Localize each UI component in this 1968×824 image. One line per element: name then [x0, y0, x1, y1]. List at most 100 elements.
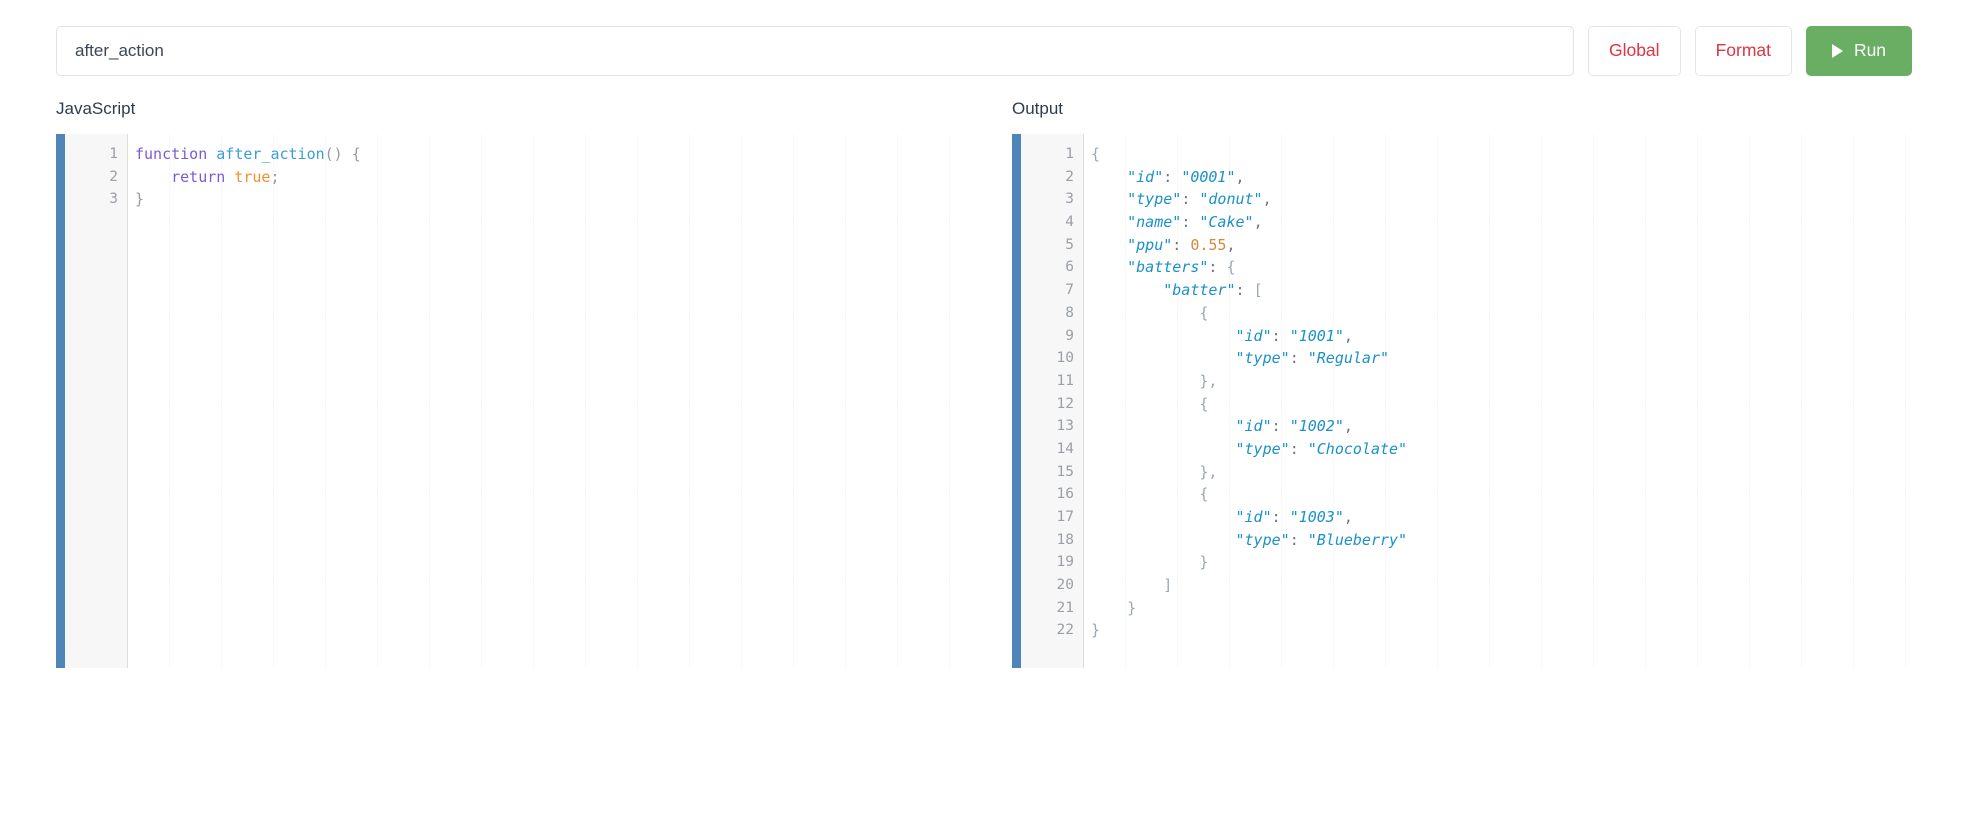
output-panel: Output 123456789101112131415161718192021…	[1012, 99, 1912, 668]
code-token: }	[1199, 553, 1208, 571]
code-token: "type"	[1236, 349, 1290, 367]
code-token	[1091, 599, 1127, 617]
code-token	[1091, 531, 1236, 549]
code-token: {	[1226, 258, 1235, 276]
code-token: },	[1199, 463, 1217, 481]
line-number: 6	[1021, 256, 1083, 279]
code-line: "type": "Blueberry"	[1091, 529, 1912, 552]
panel-divider	[956, 99, 1012, 668]
code-line: {	[1091, 483, 1912, 506]
run-button-label: Run	[1854, 42, 1886, 60]
code-token: :	[1290, 440, 1308, 458]
code-token	[1091, 327, 1236, 345]
line-number: 3	[65, 188, 127, 211]
code-token	[207, 145, 216, 163]
code-token	[1091, 576, 1163, 594]
line-number: 1	[65, 143, 127, 166]
code-token: "batters"	[1127, 258, 1208, 276]
line-number: 19	[1021, 551, 1083, 574]
code-token	[1091, 213, 1127, 231]
output-editor[interactable]: 12345678910111213141516171819202122 { "i…	[1012, 134, 1912, 668]
code-token: :	[1181, 213, 1199, 231]
code-token: {	[1199, 485, 1208, 503]
code-token: 0.55	[1190, 236, 1226, 254]
code-line: {	[1091, 302, 1912, 325]
line-number: 13	[1021, 415, 1083, 438]
code-token: after_action	[216, 145, 324, 163]
line-number: 21	[1021, 597, 1083, 620]
code-token	[1091, 395, 1199, 413]
javascript-code[interactable]: function after_action() { return true;}	[128, 134, 956, 668]
code-playground-app: Global Format Run JavaScript 123 functio…	[0, 0, 1968, 824]
code-line: },	[1091, 370, 1912, 393]
script-name-input[interactable]	[56, 26, 1574, 76]
code-token	[1091, 440, 1236, 458]
code-token: {	[1199, 395, 1208, 413]
javascript-panel-label: JavaScript	[56, 99, 956, 119]
code-line: }	[1091, 619, 1912, 642]
code-token: },	[1199, 372, 1217, 390]
code-line: {	[1091, 393, 1912, 416]
code-token: ,	[1263, 190, 1272, 208]
code-line: "type": "Chocolate"	[1091, 438, 1912, 461]
line-number: 18	[1021, 529, 1083, 552]
code-token	[1091, 349, 1236, 367]
line-number: 1	[1021, 143, 1083, 166]
code-token: :	[1272, 327, 1290, 345]
run-button[interactable]: Run	[1806, 26, 1912, 76]
line-number: 4	[1021, 211, 1083, 234]
code-token	[1091, 417, 1236, 435]
code-token: "Blueberry"	[1308, 531, 1407, 549]
code-token: ,	[1254, 213, 1263, 231]
code-line: "id": "1003",	[1091, 506, 1912, 529]
code-token: :	[1290, 531, 1308, 549]
code-line: return true;	[135, 166, 956, 189]
code-token: "type"	[1127, 190, 1181, 208]
line-number: 2	[65, 166, 127, 189]
code-line: "id": "1002",	[1091, 415, 1912, 438]
code-token: :	[1163, 168, 1181, 186]
code-token: "name"	[1127, 213, 1181, 231]
code-token: ,	[1236, 168, 1245, 186]
code-token: "id"	[1236, 508, 1272, 526]
code-line: ]	[1091, 574, 1912, 597]
code-token: [	[1254, 281, 1263, 299]
code-token: :	[1272, 417, 1290, 435]
line-number: 16	[1021, 483, 1083, 506]
code-token: ;	[270, 168, 279, 186]
code-token: "Cake"	[1199, 213, 1253, 231]
code-token: }	[1091, 621, 1100, 639]
code-line: {	[1091, 143, 1912, 166]
code-token	[1091, 463, 1199, 481]
code-token: "type"	[1236, 440, 1290, 458]
code-token: "batter"	[1163, 281, 1235, 299]
toolbar: Global Format Run	[0, 0, 1968, 76]
code-token: :	[1290, 349, 1308, 367]
code-token: "type"	[1236, 531, 1290, 549]
code-token: return	[171, 168, 225, 186]
code-token: }	[1127, 599, 1136, 617]
line-number: 7	[1021, 279, 1083, 302]
javascript-editor[interactable]: 123 function after_action() { return tru…	[56, 134, 956, 668]
code-token: () {	[325, 145, 361, 163]
code-token: "id"	[1236, 327, 1272, 345]
code-token: "donut"	[1199, 190, 1262, 208]
code-line: "type": "Regular"	[1091, 347, 1912, 370]
code-token	[1091, 553, 1199, 571]
code-token: ,	[1226, 236, 1235, 254]
code-token	[225, 168, 234, 186]
code-token	[1091, 372, 1199, 390]
code-line: "id": "0001",	[1091, 166, 1912, 189]
code-line: },	[1091, 461, 1912, 484]
code-token: "Regular"	[1308, 349, 1389, 367]
code-line: "name": "Cake",	[1091, 211, 1912, 234]
code-token: {	[1091, 145, 1100, 163]
javascript-panel: JavaScript 123 function after_action() {…	[56, 99, 956, 668]
output-code[interactable]: { "id": "0001", "type": "donut", "name":…	[1084, 134, 1912, 668]
global-button[interactable]: Global	[1588, 26, 1681, 76]
code-line: "type": "donut",	[1091, 188, 1912, 211]
format-button[interactable]: Format	[1695, 26, 1792, 76]
code-token: "id"	[1236, 417, 1272, 435]
line-number: 10	[1021, 347, 1083, 370]
javascript-gutter: 123	[65, 134, 128, 668]
